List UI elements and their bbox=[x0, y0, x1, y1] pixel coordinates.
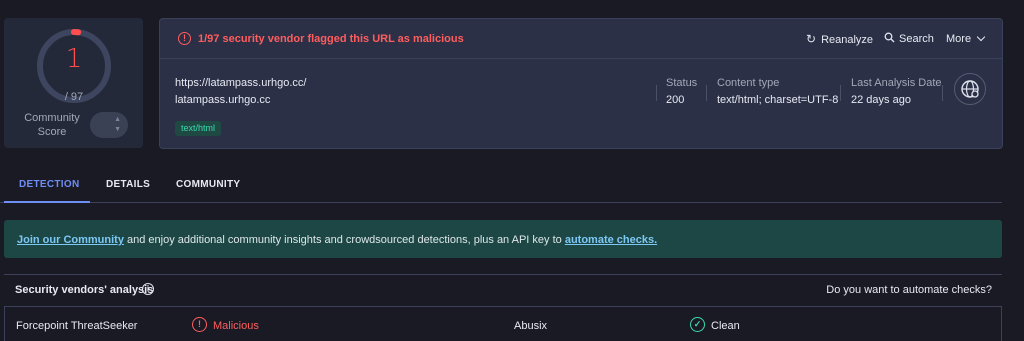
detection-count: 1 bbox=[65, 44, 83, 74]
content-type-value: text/html; charset=UTF-8 bbox=[717, 94, 839, 106]
vendor-verdict: Malicious bbox=[213, 320, 259, 332]
globe-icon-button[interactable] bbox=[954, 73, 986, 105]
tab-community[interactable]: COMMUNITY bbox=[176, 179, 240, 191]
content-type-tag[interactable]: text/html bbox=[175, 121, 222, 136]
divider bbox=[840, 85, 841, 101]
tab-details[interactable]: DETAILS bbox=[106, 179, 150, 191]
detection-alert-text: 1/97 security vendor flagged this URL as… bbox=[198, 33, 464, 45]
vote-down-icon[interactable]: ▼ bbox=[114, 126, 121, 133]
refresh-icon: ↻ bbox=[806, 32, 817, 46]
search-icon bbox=[884, 32, 895, 43]
alert-circle-icon: ! bbox=[178, 32, 191, 45]
alert-bar: ! 1/97 security vendor flagged this URL … bbox=[160, 19, 1002, 59]
automate-checks-link[interactable]: automate checks. bbox=[565, 234, 657, 246]
content-type-label: Content type bbox=[717, 77, 780, 89]
banner-text: Join our Community and enjoy additional … bbox=[17, 233, 657, 247]
community-banner: Join our Community and enjoy additional … bbox=[4, 220, 1002, 258]
automate-checks-prompt[interactable]: Do you want to automate checks? bbox=[826, 283, 992, 297]
analyzed-url: https://latampass.urhgo.cc/ bbox=[175, 77, 307, 89]
more-menu-button[interactable]: More bbox=[946, 32, 986, 46]
vote-up-icon[interactable]: ▲ bbox=[114, 116, 121, 123]
detection-total: / 97 bbox=[64, 91, 84, 103]
community-vote-toggle[interactable]: ▲ ▼ bbox=[90, 112, 128, 138]
alert-circle-icon: ! bbox=[192, 317, 207, 332]
banner-message: and enjoy additional community insights … bbox=[123, 234, 565, 246]
divider bbox=[706, 85, 707, 101]
status-label: Status bbox=[666, 77, 698, 89]
community-score-label: Community Score bbox=[24, 112, 80, 138]
join-community-link[interactable]: Join our Community bbox=[17, 234, 124, 246]
table-row: Forcepoint ThreatSeeker ! Malicious Abus… bbox=[4, 306, 1002, 341]
divider bbox=[942, 85, 943, 101]
check-circle-icon: ✓ bbox=[690, 317, 705, 332]
chevron-down-icon bbox=[976, 32, 986, 42]
vendor-name: Abusix bbox=[514, 320, 548, 332]
search-button[interactable]: Search bbox=[884, 32, 934, 46]
url-summary-panel: ! 1/97 security vendor flagged this URL … bbox=[159, 18, 1003, 149]
vendor-verdict: Clean bbox=[711, 320, 740, 332]
analyzed-host: latampass.urhgo.cc bbox=[175, 94, 271, 106]
vendors-analysis-section: Security vendors' analysis i Do you want… bbox=[4, 274, 1002, 341]
info-icon[interactable]: i bbox=[142, 283, 154, 295]
globe-icon bbox=[961, 80, 979, 98]
reanalyze-button[interactable]: ↻ Reanalyze bbox=[806, 32, 873, 47]
community-score-panel: 1 / 97 Community Score ▲ ▼ bbox=[4, 18, 143, 148]
tab-bar: DETECTION DETAILS COMMUNITY bbox=[0, 170, 1002, 203]
last-analysis-value: 22 days ago bbox=[851, 94, 911, 106]
vendors-analysis-title: Security vendors' analysis bbox=[15, 284, 154, 296]
active-tab-indicator bbox=[4, 201, 90, 203]
tab-detection[interactable]: DETECTION bbox=[19, 179, 79, 191]
status-value: 200 bbox=[666, 94, 685, 106]
divider bbox=[656, 85, 657, 101]
vendor-name: Forcepoint ThreatSeeker bbox=[16, 320, 138, 332]
last-analysis-label: Last Analysis Date bbox=[851, 77, 942, 89]
